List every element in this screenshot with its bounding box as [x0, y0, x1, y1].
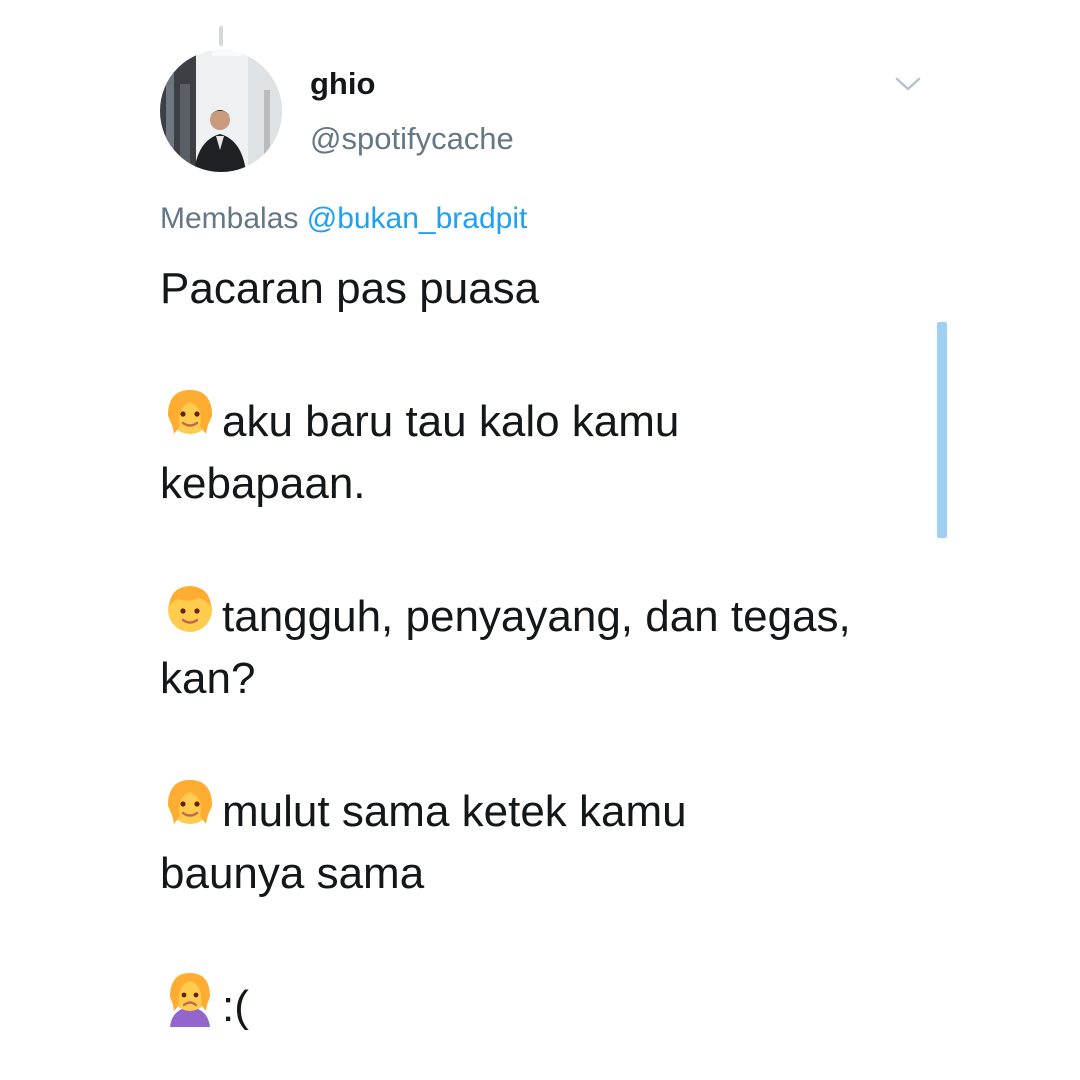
tweet-line: Pacaran pas puasa: [160, 264, 540, 313]
avatar-photo: [160, 50, 282, 172]
tweet-line-text: aku baru tau kalo kamu: [222, 397, 680, 446]
reply-handle-link[interactable]: @bukan_bradpit: [307, 202, 528, 235]
tweet-line: kebapaan.: [160, 459, 366, 508]
avatar[interactable]: [160, 50, 282, 172]
tweet-line: tangguh, penyayang, dan tegas,: [160, 577, 930, 648]
man-emoji: [160, 577, 220, 637]
tweet-line: baunya sama: [160, 849, 425, 898]
tweet-line-text: mulut sama ketek kamu: [222, 787, 687, 836]
tweet-body: Pacaran pas puasa aku baru tau kalo kamu…: [160, 258, 930, 1038]
chevron-down-icon[interactable]: [893, 72, 923, 96]
tweet-line: aku baru tau kalo kamu: [160, 382, 930, 453]
tweet-line: mulut sama ketek kamu: [160, 772, 930, 843]
author-handle[interactable]: @spotifycache: [310, 121, 514, 157]
scrollbar[interactable]: [937, 322, 947, 538]
woman-emoji: [160, 772, 220, 832]
author-name[interactable]: ghio: [310, 66, 375, 102]
tweet-line-text: :(: [222, 982, 249, 1031]
tweet-line: :(: [160, 967, 930, 1038]
reply-prefix: Membalas: [160, 202, 299, 235]
thread-connector-line: [219, 26, 223, 46]
tweet-line-text: tangguh, penyayang, dan tegas,: [222, 592, 851, 641]
reply-context: Membalas @bukan_bradpit: [160, 202, 527, 236]
tweet-line: kan?: [160, 654, 256, 703]
woman-frowning-emoji: [160, 967, 220, 1027]
woman-emoji: [160, 382, 220, 442]
